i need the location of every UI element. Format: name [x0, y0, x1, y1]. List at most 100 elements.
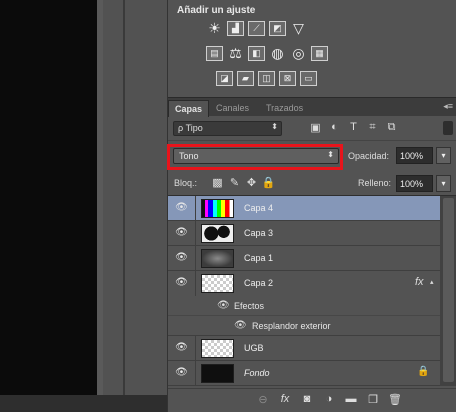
shape-filter-icon[interactable]: ⌗ — [363, 121, 382, 134]
adjustments-row-2: ▤ ⚖ ◧ ◍ ◎ ▦ — [206, 45, 456, 61]
layer-row[interactable]: 👁 Fondo 🔒 — [168, 361, 440, 386]
filter-toggle[interactable] — [443, 121, 453, 135]
new-group-icon[interactable]: ▬ — [340, 393, 362, 406]
layer-name: UGB — [244, 343, 264, 353]
opacity-label: Opacidad: — [348, 151, 390, 161]
visibility-eye-icon[interactable]: 👁 — [168, 246, 196, 271]
layer-name: Capa 2 — [244, 278, 274, 288]
blend-row: Tono ⬍ Opacidad: 100% ▾ — [167, 140, 456, 170]
layer-thumbnail — [201, 274, 234, 293]
panel-tabs: Capas Canales Trazados ◂≡ — [168, 97, 456, 117]
layers-bottom-bar: ⊖ fx ◙ ◑ ▬ ❐ 🗑 — [168, 388, 456, 412]
document-canvas[interactable] — [0, 0, 97, 395]
adjustment-filter-icon[interactable]: ◐ — [325, 121, 344, 134]
panel-menu-icon[interactable]: ◂≡ — [443, 101, 453, 112]
lock-all-icon[interactable]: 🔒 — [260, 176, 277, 189]
curves-icon[interactable]: ⟋ — [248, 21, 265, 36]
gradient-triangle-icon[interactable]: ▽ — [290, 20, 307, 36]
pixel-filter-icon[interactable]: ▣ — [306, 121, 325, 134]
effects-row[interactable]: 👁 Efectos — [168, 296, 440, 316]
new-adjustment-icon[interactable]: ◑ — [318, 393, 340, 406]
tab-trazados[interactable]: Trazados — [260, 100, 309, 117]
layer-thumbnail — [201, 364, 234, 383]
effects-eye-icon[interactable]: 👁 — [217, 300, 230, 311]
opacity-field[interactable]: 100% — [396, 147, 433, 164]
visibility-eye-icon[interactable]: 👁 — [168, 271, 196, 296]
right-panel: Añadir un ajuste ☀ ▟ ⟋ ◩ ▽ ▤ ⚖ ◧ ◍ ◎ ▦ ◪… — [167, 0, 456, 412]
layer-row[interactable]: 👁 UGB — [168, 336, 440, 361]
invert-icon[interactable]: ◪ — [216, 71, 233, 86]
selective-color-icon[interactable]: ⊠ — [279, 71, 296, 86]
type-filter-icon[interactable]: T — [344, 121, 363, 134]
effects-header: Efectos — [234, 301, 265, 311]
fx-icon[interactable]: fx — [415, 276, 424, 288]
levels-icon[interactable]: ▟ — [227, 21, 244, 36]
tab-capas[interactable]: Capas — [168, 100, 210, 117]
layer-thumbnail — [201, 249, 234, 268]
smart-object-filter-icon[interactable]: ⧉ — [382, 121, 401, 134]
lock-label: Bloq.: — [174, 178, 198, 188]
layer-name: Capa 3 — [244, 228, 274, 238]
blend-mode-value: Tono — [179, 151, 199, 161]
adjustments-title: Añadir un ajuste — [177, 5, 256, 16]
lock-row: Bloq.: ▩ ✎ ✥ 🔒 Relleno: 100% ▾ — [168, 172, 456, 196]
visibility-eye-icon[interactable]: 👁 — [168, 221, 196, 246]
exposure-icon[interactable]: ◩ — [269, 21, 286, 36]
layer-row[interactable]: 👁 Capa 4 — [168, 196, 440, 221]
lock-brush-icon[interactable]: ✎ — [226, 176, 243, 189]
visibility-eye-icon[interactable]: 👁 — [168, 336, 196, 361]
new-layer-icon[interactable]: ❐ — [362, 393, 384, 406]
threshold-icon[interactable]: ◫ — [258, 71, 275, 86]
layers-scrollbar-thumb[interactable] — [443, 198, 454, 382]
posterize-icon[interactable]: ▰ — [237, 71, 254, 86]
layer-thumbnail — [201, 199, 234, 218]
panel-dock-gutter — [103, 0, 167, 412]
document-area — [0, 0, 103, 412]
black-white-icon[interactable]: ◧ — [248, 46, 265, 61]
layer-name: Fondo — [244, 368, 270, 378]
photo-filter-icon[interactable]: ◍ — [269, 45, 286, 61]
status-bar — [0, 395, 167, 412]
layer-actions: ⊖ fx ◙ ◑ ▬ ❐ 🗑 — [252, 393, 406, 406]
link-layers-icon[interactable]: ⊖ — [252, 393, 274, 406]
opacity-dropdown-button[interactable]: ▾ — [436, 147, 451, 164]
lock-move-icon[interactable]: ✥ — [243, 176, 260, 189]
vibrance-icon[interactable]: ▤ — [206, 46, 223, 61]
select-arrows-icon: ⬍ — [271, 122, 278, 131]
lock-icons: ▩ ✎ ✥ 🔒 — [209, 176, 277, 189]
filter-kind-select[interactable]: ρ Tipo ⬍ — [173, 121, 282, 136]
adjustments-panel: Añadir un ajuste ☀ ▟ ⟋ ◩ ▽ ▤ ⚖ ◧ ◍ ◎ ▦ ◪… — [168, 0, 456, 96]
layer-mask-icon[interactable]: ◙ — [296, 393, 318, 406]
channel-mixer-icon[interactable]: ◎ — [290, 45, 307, 61]
collapse-effects-icon[interactable]: ▴ — [430, 278, 434, 286]
adjustments-row-1: ☀ ▟ ⟋ ◩ ▽ — [206, 20, 456, 36]
select-arrows-icon: ⬍ — [327, 150, 334, 159]
layer-filter-row: ρ Tipo ⬍ ▣ ◐ T ⌗ ⧉ — [168, 117, 456, 139]
layer-lock-icon: 🔒 — [417, 366, 430, 377]
brightness-icon[interactable]: ☀ — [206, 20, 223, 36]
gradient-map-icon[interactable]: ▭ — [300, 71, 317, 86]
lock-transparent-icon[interactable]: ▩ — [209, 176, 226, 189]
color-lookup-icon[interactable]: ▦ — [311, 46, 328, 61]
adjustments-row-3: ◪ ▰ ◫ ⊠ ▭ — [216, 71, 456, 86]
tab-canales[interactable]: Canales — [210, 100, 255, 117]
layer-row[interactable]: 👁 Capa 2 fx ▴ — [168, 271, 440, 296]
visibility-eye-icon[interactable]: 👁 — [168, 361, 196, 386]
fill-field[interactable]: 100% — [396, 175, 433, 192]
effect-eye-icon[interactable]: 👁 — [234, 320, 247, 331]
layer-row[interactable]: 👁 Capa 3 — [168, 221, 440, 246]
filter-kind-value: ρ Tipo — [178, 123, 203, 133]
layer-thumbnail — [201, 224, 234, 243]
layer-name: Capa 4 — [244, 203, 274, 213]
layer-row[interactable]: 👁 Capa 1 — [168, 246, 440, 271]
visibility-eye-icon[interactable]: 👁 — [168, 196, 196, 221]
filter-icons: ▣ ◐ T ⌗ ⧉ — [306, 121, 401, 134]
layer-style-icon[interactable]: fx — [274, 393, 296, 406]
dock-divider — [123, 0, 125, 412]
delete-layer-icon[interactable]: 🗑 — [384, 393, 406, 406]
effect-item-row[interactable]: 👁 Resplandor exterior — [168, 316, 440, 336]
fill-label: Relleno: — [358, 178, 392, 188]
color-balance-icon[interactable]: ⚖ — [227, 45, 244, 61]
blend-mode-select[interactable]: Tono ⬍ — [173, 148, 339, 164]
fill-dropdown-button[interactable]: ▾ — [436, 175, 451, 192]
